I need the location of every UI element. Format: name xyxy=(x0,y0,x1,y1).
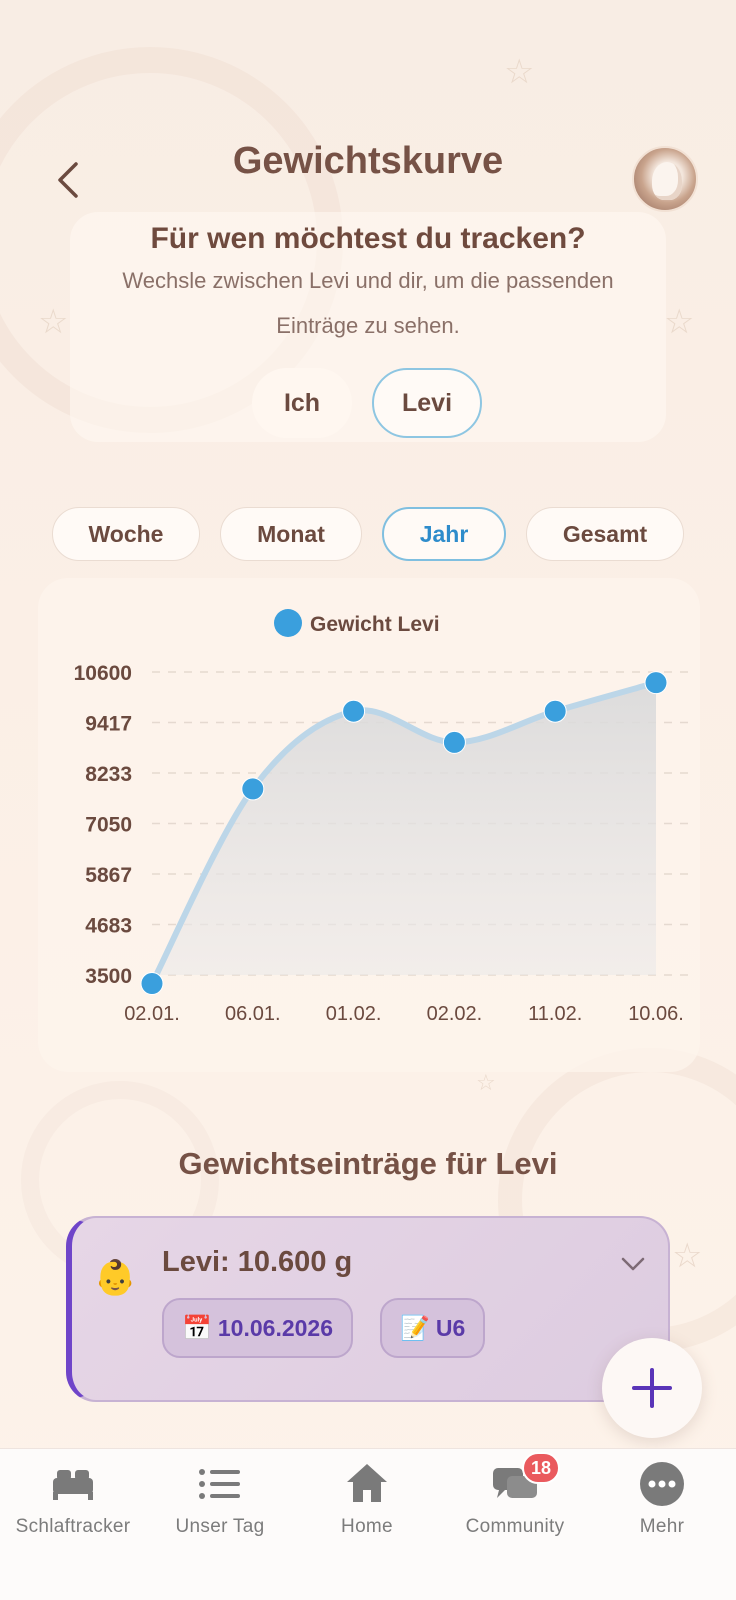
tab-home[interactable]: Home xyxy=(297,1458,437,1538)
chevron-down-icon[interactable] xyxy=(620,1256,646,1272)
data-point[interactable] xyxy=(342,699,366,723)
tab-community[interactable]: Community xyxy=(445,1458,585,1538)
plus-icon xyxy=(632,1368,672,1408)
entry-date-chip: 📅 10.06.2026 xyxy=(162,1298,354,1358)
y-tick-label: 10600 xyxy=(74,662,132,685)
entries-title: Gewichtseinträge für Levi xyxy=(178,1146,558,1181)
y-tick-label: 9417 xyxy=(85,713,132,736)
x-tick-label: 01.02. xyxy=(326,1003,382,1025)
data-point[interactable] xyxy=(442,730,466,754)
y-tick-label: 7050 xyxy=(85,814,132,837)
entry-title: Levi: 10.600 g xyxy=(162,1246,353,1278)
legend-marker xyxy=(274,609,302,637)
avatar[interactable] xyxy=(632,146,698,212)
x-tick-label: 06.01. xyxy=(225,1003,281,1025)
star-decoration-icon: ☆ xyxy=(38,303,69,341)
memo-icon: 📝 xyxy=(400,1314,430,1342)
range-woche-button[interactable]: Woche xyxy=(52,507,200,561)
entry-date: 10.06.2026 xyxy=(217,1314,334,1341)
star-decoration-icon: ☆ xyxy=(664,303,695,341)
tab-schlaftracker[interactable]: Schlaftracker xyxy=(3,1458,143,1538)
baby-emoji-icon: 👶 xyxy=(94,1259,137,1297)
list-icon xyxy=(199,1469,240,1499)
add-entry-button[interactable] xyxy=(602,1338,702,1438)
x-tick-label: 02.01. xyxy=(124,1003,180,1025)
notification-badge: 18 xyxy=(522,1452,560,1484)
y-tick-label: 4683 xyxy=(85,915,132,938)
y-tick-label: 8233 xyxy=(85,763,132,786)
tab-label: Unser Tag xyxy=(175,1516,265,1537)
star-decoration-icon: ☆ xyxy=(476,1070,496,1095)
bed-icon xyxy=(53,1470,93,1500)
calendar-icon: 📅 xyxy=(182,1314,212,1342)
baby-photo-icon xyxy=(652,162,682,200)
toggle-levi-button[interactable]: Levi xyxy=(372,368,482,438)
range-monat-button[interactable]: Monat xyxy=(220,507,362,561)
x-tick-label: 11.02. xyxy=(528,1003,582,1025)
range-gesamt-button[interactable]: Gesamt xyxy=(526,507,684,561)
page-title: Gewichtskurve xyxy=(232,140,504,182)
tab-label: Home xyxy=(341,1516,393,1537)
more-icon xyxy=(640,1462,684,1506)
y-tick-label: 3500 xyxy=(85,965,132,988)
tab-label: Mehr xyxy=(639,1516,685,1537)
data-point[interactable] xyxy=(241,777,265,801)
weight-chart: Gewicht Levi 10600 9417 8233 7050 5867 4683 35… xyxy=(74,609,688,1025)
tab-unser-tag[interactable]: Unser Tag xyxy=(150,1458,290,1538)
tracker-subtitle: Wechsle zwischen Levi und dir, um die pa… xyxy=(122,268,614,338)
home-icon xyxy=(347,1464,387,1502)
tracker-question: Für wen möchtest du tracken? xyxy=(150,222,586,255)
x-tick-label: 10.06. xyxy=(628,1003,684,1025)
x-tick-label: 02.02. xyxy=(427,1003,483,1025)
toggle-ich-button[interactable]: Ich xyxy=(252,368,352,438)
tab-label: Schlaftracker xyxy=(15,1516,131,1537)
tab-mehr[interactable]: Mehr xyxy=(592,1458,732,1538)
legend-label: Gewicht Levi xyxy=(310,613,440,636)
entry-note-chip: 📝 U6 xyxy=(380,1298,486,1358)
data-point[interactable] xyxy=(140,972,164,996)
tab-label: Community xyxy=(465,1516,565,1537)
data-point[interactable] xyxy=(543,699,567,723)
range-jahr-button[interactable]: Jahr xyxy=(382,507,506,561)
y-tick-label: 5867 xyxy=(85,864,132,887)
weight-entry-card[interactable] xyxy=(66,1216,670,1402)
data-point[interactable] xyxy=(644,671,668,695)
star-decoration-icon: ☆ xyxy=(672,1237,703,1275)
star-decoration-icon: ☆ xyxy=(504,53,535,91)
entry-note: U6 xyxy=(435,1314,466,1341)
